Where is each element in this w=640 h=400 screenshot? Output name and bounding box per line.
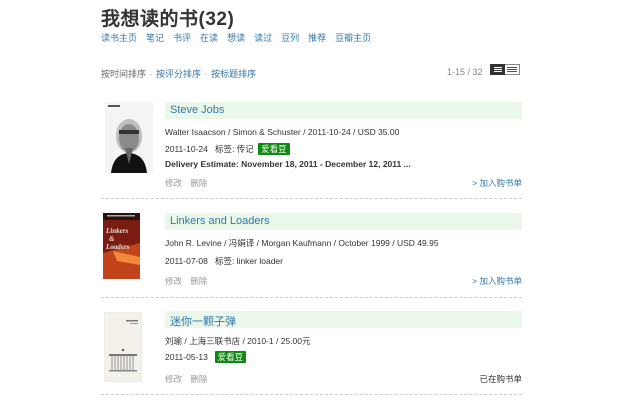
sort-by-title-link[interactable]: 按标题排序	[211, 69, 256, 79]
book-actions: 修改 删除	[165, 373, 213, 385]
nav-reviews[interactable]: 书评	[173, 31, 191, 44]
status-badge[interactable]: 爱看豆	[258, 143, 290, 155]
delete-link[interactable]: 删除	[190, 374, 207, 384]
book-cover-illustration-icon	[104, 312, 142, 382]
book-date: 2011-05-13	[165, 352, 208, 362]
book-date: 2011-10-24	[165, 144, 208, 154]
book-item: Linkers & Loaders Linkers and Loaders Jo…	[101, 212, 522, 300]
page: 我想读的书(32) 读书主页 笔记 书评 在读 想读 读过 豆列 推荐 豆瓣主页…	[0, 0, 640, 400]
book-item: Steve Jobs Walter Isaacson / Simon & Sch…	[101, 101, 522, 200]
edit-link[interactable]: 修改	[165, 276, 182, 286]
view-toggle	[490, 64, 522, 76]
book-meta: Walter Isaacson / Simon & Schuster / 201…	[165, 127, 400, 137]
book-cover[interactable]: Linkers & Loaders	[103, 213, 140, 279]
sort-bar: 按时间排序 · 按评分排序 · 按标题排序	[101, 67, 256, 80]
book-date: 2011-07-08	[165, 256, 208, 266]
steve-jobs-portrait-icon	[105, 102, 153, 173]
nav-doulist[interactable]: 豆列	[281, 31, 299, 44]
cover-title-loaders: Loaders	[105, 243, 130, 251]
sort-by-rating-link[interactable]: 按评分排序	[156, 69, 201, 79]
book-meta: John R. Levine / 冯娟译 / Morgan Kaufmann /…	[165, 238, 439, 248]
cover-title-linkers: Linkers	[105, 227, 128, 235]
divider	[101, 198, 522, 199]
page-title: 我想读的书(32)	[101, 9, 235, 30]
delivery-estimate: Delivery Estimate: November 18, 2011 - D…	[165, 159, 411, 169]
nav-notes[interactable]: 笔记	[146, 31, 164, 44]
book-actions: 修改 删除	[165, 275, 213, 287]
linkers-loaders-cover-icon: Linkers & Loaders	[103, 213, 140, 279]
cover-title-amp: &	[109, 235, 115, 243]
nav-bar: 读书主页 笔记 书评 在读 想读 读过 豆列 推荐 豆瓣主页	[101, 31, 380, 44]
add-to-cart-link[interactable]: > 加入购书单	[472, 177, 522, 189]
book-meta: 刘瑜 / 上海三联书店 / 2010-1 / 25.00元	[165, 336, 311, 346]
nav-book-home[interactable]: 读书主页	[101, 31, 137, 44]
nav-wish[interactable]: 想读	[227, 31, 245, 44]
delete-link[interactable]: 删除	[190, 276, 207, 286]
nav-recommend[interactable]: 推荐	[308, 31, 326, 44]
divider	[101, 394, 522, 395]
edit-link[interactable]: 修改	[165, 374, 182, 384]
add-to-cart-link[interactable]: > 加入购书单	[472, 275, 522, 287]
edit-link[interactable]: 修改	[165, 178, 182, 188]
book-title-bar: Steve Jobs	[165, 102, 522, 119]
book-actions: 修改 删除	[165, 177, 213, 189]
status-badge[interactable]: 爱看豆	[214, 351, 247, 363]
nav-read[interactable]: 读过	[254, 31, 272, 44]
sort-separator: ·	[149, 69, 153, 79]
book-tags: 标签: 传记	[214, 144, 254, 154]
list-view-icon[interactable]	[490, 64, 505, 75]
book-tag-line: 2011-07-08 标签: linker loader	[165, 255, 283, 267]
sort-current: 按时间排序	[101, 69, 147, 79]
nav-reading[interactable]: 在读	[200, 31, 218, 44]
book-title-bar: Linkers and Loaders	[165, 213, 522, 230]
book-tag-line: 2011-05-13 爱看豆	[165, 351, 247, 363]
book-title-bar: 迷你一颗子弹	[165, 311, 522, 328]
nav-douban-home[interactable]: 豆瓣主页	[335, 31, 371, 44]
book-title-link[interactable]: Linkers and Loaders	[170, 215, 270, 227]
book-title-link[interactable]: Steve Jobs	[170, 104, 224, 116]
book-tags: 标签: linker loader	[214, 256, 283, 266]
book-title-link[interactable]: 迷你一颗子弹	[170, 313, 236, 329]
divider	[101, 297, 522, 298]
book-item: 迷你一颗子弹 刘瑜 / 上海三联书店 / 2010-1 / 25.00元 201…	[101, 310, 522, 400]
book-cover[interactable]	[104, 312, 142, 382]
in-cart-status: 已在购书单	[479, 374, 522, 384]
delete-link[interactable]: 删除	[190, 178, 207, 188]
book-cover[interactable]	[105, 102, 153, 173]
book-tag-line: 2011-10-24 标签: 传记 爱看豆	[165, 143, 290, 155]
detail-view-icon[interactable]	[505, 64, 520, 75]
pagination-range: 1-15 / 32	[447, 67, 483, 77]
sort-separator: ·	[204, 69, 208, 79]
